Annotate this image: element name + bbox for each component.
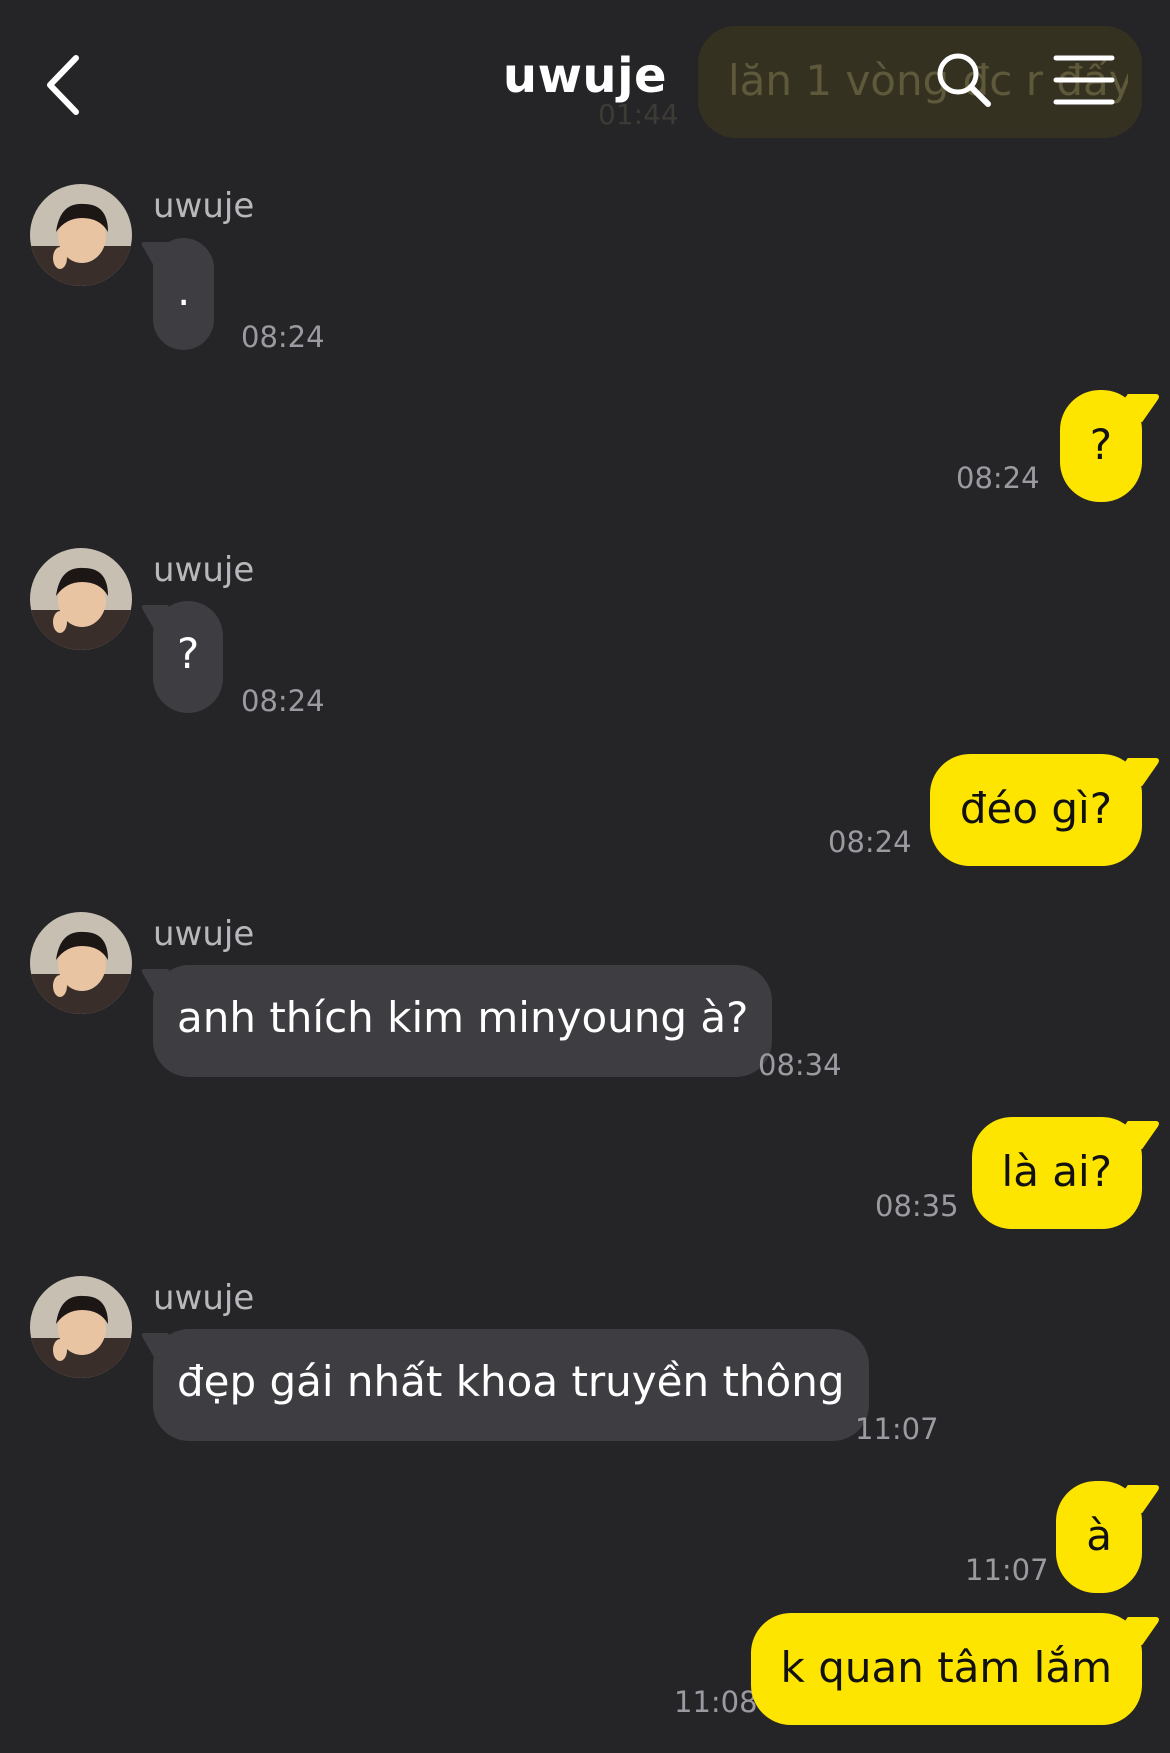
message-text: k quan tâm lắm	[780, 1643, 1112, 1692]
avatar-image	[30, 912, 132, 1014]
message-bubble-incoming[interactable]: anh thích kim minyoung à?	[140, 965, 773, 1077]
chat-header: lăn 1 vòng đc r đấy 01:44 uwuje	[0, 0, 1170, 150]
avatar-image	[30, 548, 132, 650]
message-text: đẹp gái nhất khoa truyền thông	[177, 1357, 845, 1406]
message-time: 08:24	[241, 684, 325, 718]
message-bubble-outgoing[interactable]: là ai?	[971, 1117, 1162, 1229]
message-bubble-incoming[interactable]: đẹp gái nhất khoa truyền thông	[140, 1329, 869, 1441]
message-time: 08:24	[828, 825, 912, 859]
menu-icon[interactable]	[1052, 48, 1116, 112]
message-time: 08:35	[875, 1189, 959, 1223]
avatar[interactable]	[30, 184, 132, 286]
message-bubble-outgoing[interactable]: đéo gì?	[929, 754, 1162, 866]
message-bubble-incoming[interactable]: .	[140, 238, 215, 350]
message-text: đéo gì?	[959, 784, 1112, 833]
message-bubble-outgoing[interactable]: k quan tâm lắm	[750, 1613, 1162, 1725]
message-time: 11:07	[965, 1553, 1049, 1587]
message-time: 08:24	[956, 461, 1040, 495]
sender-name: uwuje	[153, 914, 255, 954]
message-text: anh thích kim minyoung à?	[177, 993, 749, 1042]
message-text: à	[1086, 1511, 1112, 1560]
message-time: 11:07	[855, 1412, 939, 1446]
message-text: .	[177, 266, 191, 315]
message-text: là ai?	[1001, 1147, 1112, 1196]
message-text: ?	[1089, 420, 1112, 469]
avatar-image	[30, 184, 132, 286]
message-text: ?	[177, 629, 200, 678]
sender-name: uwuje	[153, 550, 255, 590]
message-bubble-outgoing[interactable]: ?	[1059, 390, 1162, 502]
sender-name: uwuje	[153, 186, 255, 226]
search-icon[interactable]	[932, 48, 996, 112]
message-bubble-outgoing[interactable]: à	[1056, 1481, 1162, 1593]
avatar[interactable]	[30, 1276, 132, 1378]
avatar-image	[30, 1276, 132, 1378]
message-time: 08:34	[758, 1048, 842, 1082]
avatar[interactable]	[30, 548, 132, 650]
sender-name: uwuje	[153, 1278, 255, 1318]
message-time: 11:08	[674, 1685, 758, 1719]
avatar[interactable]	[30, 912, 132, 1014]
message-time: 08:24	[241, 320, 325, 354]
message-bubble-incoming[interactable]: ?	[140, 601, 224, 713]
